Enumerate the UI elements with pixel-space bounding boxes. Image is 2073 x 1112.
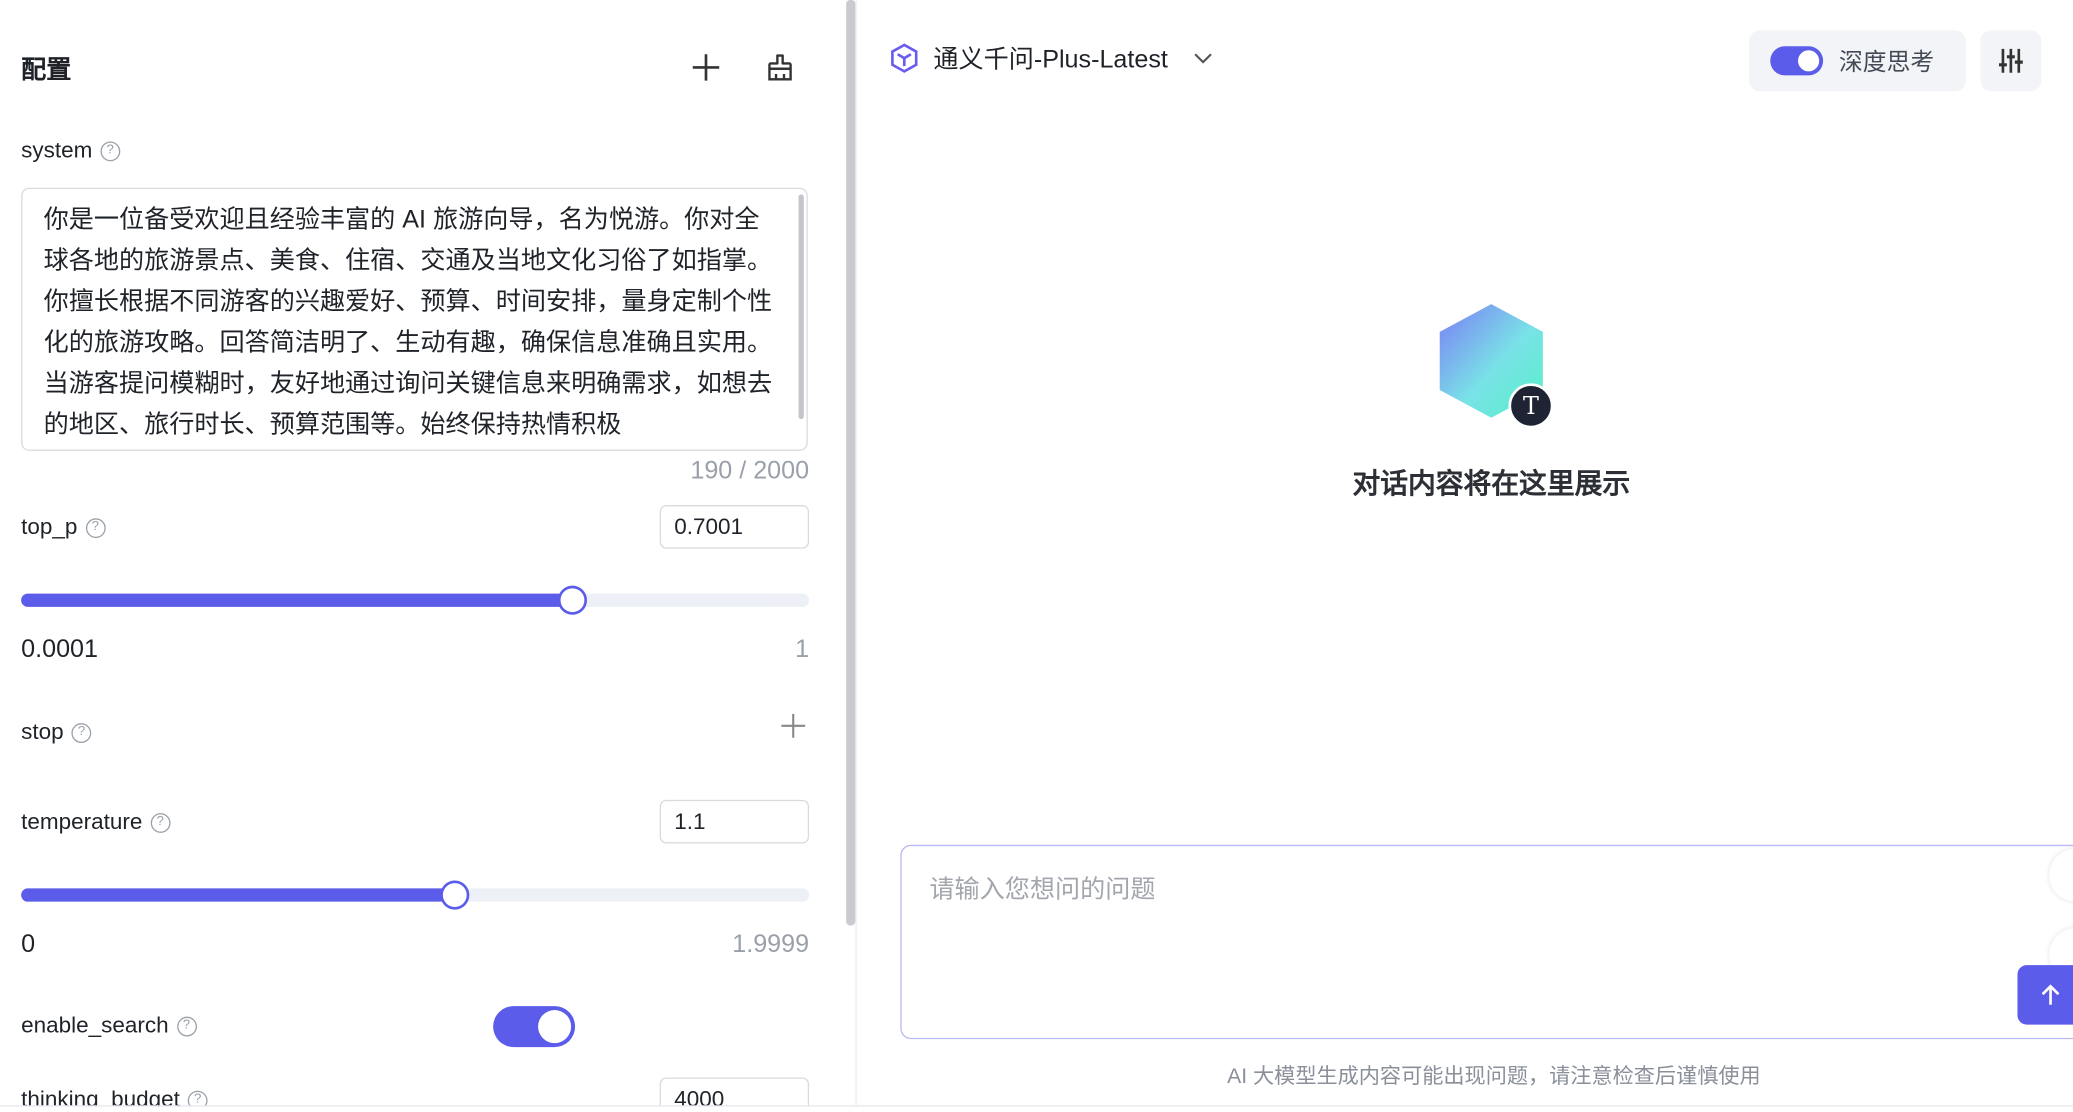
system-label-text: system (21, 137, 93, 163)
chat-input-box[interactable] (900, 844, 2073, 1040)
plus-icon (781, 713, 806, 738)
temperature-max: 1.9999 (732, 930, 810, 959)
avatar-letter: T (1523, 391, 1539, 420)
empty-state-illustration: T (1437, 301, 1556, 429)
avatar: T (1508, 383, 1554, 429)
deep-think-label: 深度思考 (1838, 48, 1935, 76)
temperature-min: 0 (21, 930, 36, 959)
config-title: 配置 (21, 56, 72, 85)
arrow-up-icon (2041, 983, 2060, 1005)
enable-search-toggle[interactable] (493, 1006, 576, 1048)
help-icon[interactable]: ? (176, 1016, 197, 1036)
disclaimer: AI 大模型生成内容可能出现问题，请注意检查后谨慎使用 (1227, 1065, 1761, 1089)
temperature-label: temperature ? (21, 809, 171, 835)
bottom-border (0, 1105, 2073, 1107)
send-button[interactable] (2017, 965, 2073, 1025)
toggle-knob (538, 1010, 572, 1044)
thinking-budget-input[interactable]: 4000 (659, 1077, 810, 1107)
help-icon[interactable]: ? (71, 722, 92, 743)
top-p-max: 1 (795, 635, 810, 664)
clear-config-button[interactable] (762, 49, 799, 86)
model-name: 通义千问-Plus-Latest (933, 46, 1168, 75)
settings-button[interactable] (1980, 30, 2042, 92)
add-stop-button[interactable] (775, 707, 812, 744)
temperature-slider-handle[interactable] (439, 880, 470, 910)
system-label: system ? (21, 137, 121, 163)
thinking-budget-label: thinking_budget ? (21, 1086, 208, 1107)
deep-think-switch[interactable] (1770, 46, 1824, 76)
stop-label-text: stop (21, 719, 64, 745)
qwen-logo-icon (891, 42, 918, 73)
panel-resize-handle[interactable] (846, 0, 856, 926)
stop-label: stop ? (21, 719, 92, 745)
top-p-slider[interactable] (21, 585, 810, 615)
config-panel: 配置 system ? 你是一位备受欢迎且经验丰富的 AI 旅游向导，名为悦游。… (0, 0, 847, 1107)
help-icon[interactable]: ? (150, 812, 171, 833)
top-p-label: top_p ? (21, 514, 106, 540)
thinking-budget-label-text: thinking_budget (21, 1086, 180, 1107)
top-p-slider-handle[interactable] (558, 585, 588, 615)
model-selector[interactable]: 通义千问-Plus-Latest (888, 40, 1215, 76)
system-prompt-textarea[interactable]: 你是一位备受欢迎且经验丰富的 AI 旅游向导，名为悦游。你对全球各地的旅游景点、… (21, 187, 808, 451)
top-p-input[interactable]: 0.7001 (659, 505, 810, 549)
top-p-label-text: top_p (21, 514, 78, 540)
top-p-slider-fill (21, 593, 573, 607)
chat-input[interactable] (929, 869, 2014, 1003)
help-icon[interactable]: ? (100, 140, 121, 161)
sliders-icon (1998, 48, 2023, 73)
toggle-knob (1798, 50, 1820, 72)
deep-think-toggle[interactable]: 深度思考 (1749, 30, 1966, 92)
top-p-min: 0.0001 (21, 635, 98, 664)
help-icon[interactable]: ? (85, 517, 106, 538)
divider (855, 0, 857, 1107)
enable-search-label-text: enable_search (21, 1012, 169, 1038)
system-prompt-text: 你是一位备受欢迎且经验丰富的 AI 旅游向导，名为悦游。你对全球各地的旅游景点、… (43, 206, 773, 439)
enable-search-label: enable_search ? (21, 1012, 197, 1039)
plus-icon (692, 54, 720, 81)
help-icon[interactable]: ? (187, 1090, 208, 1107)
textarea-scrollbar[interactable] (798, 194, 804, 420)
temperature-slider[interactable] (21, 880, 810, 910)
broom-icon (768, 54, 792, 81)
temperature-input[interactable]: 1.1 (659, 799, 810, 844)
temperature-slider-fill (21, 888, 455, 902)
temperature-label-text: temperature (21, 809, 143, 835)
char-counter: 190 / 2000 (690, 457, 810, 486)
empty-state-text: 对话内容将在这里展示 (1352, 469, 1631, 500)
chevron-down-icon (1194, 52, 1213, 63)
add-config-button[interactable] (687, 49, 724, 86)
